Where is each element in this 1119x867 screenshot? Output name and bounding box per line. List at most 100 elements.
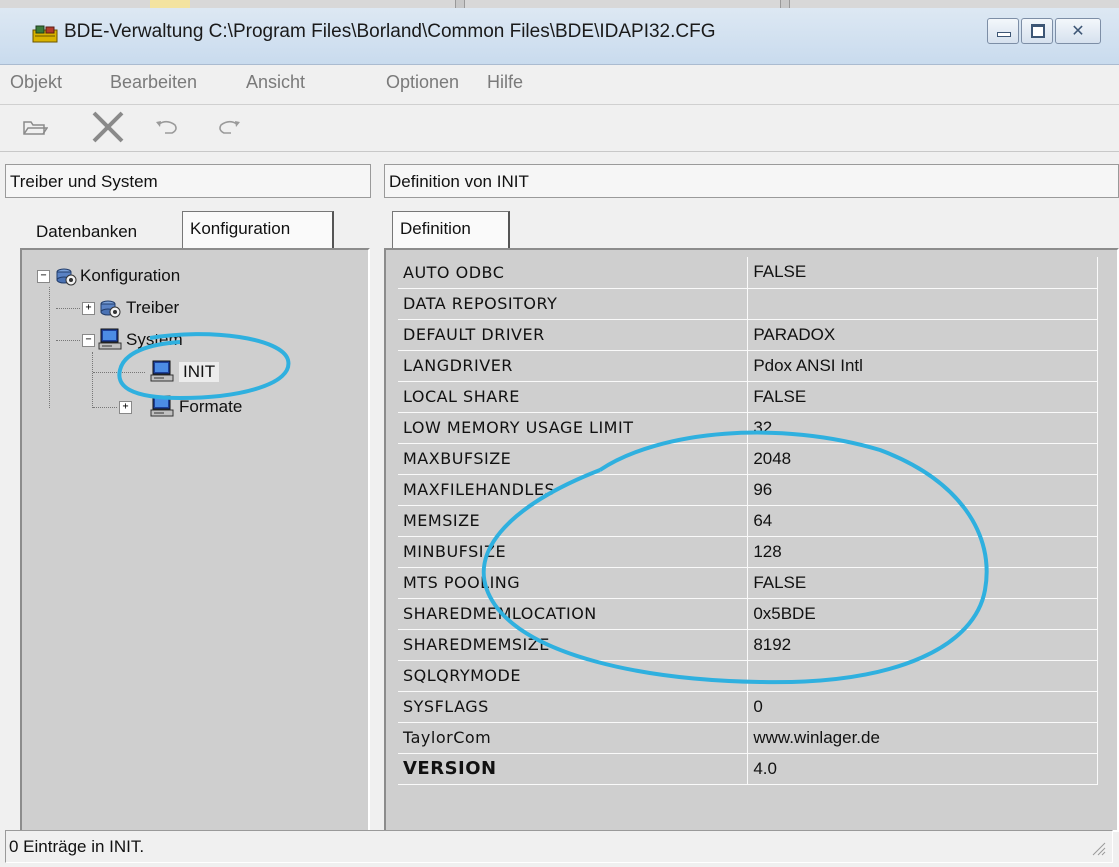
property-value[interactable]: Pdox ANSI Intl <box>747 350 1098 382</box>
property-name: TaylorCom <box>398 722 749 754</box>
desktop-window-edge <box>780 0 790 8</box>
collapse-icon[interactable]: − <box>37 270 50 283</box>
property-value[interactable]: 32 <box>747 412 1098 444</box>
property-value[interactable] <box>747 288 1098 320</box>
tab-datenbanken[interactable]: Datenbanken <box>32 214 172 248</box>
grid-row[interactable]: TaylorCom www.winlager.de <box>398 722 1098 754</box>
tree-line <box>56 308 80 309</box>
property-value[interactable]: FALSE <box>747 257 1098 289</box>
grid-row[interactable]: DATA REPOSITORY <box>398 288 1098 320</box>
property-name: MAXFILEHANDLES <box>398 474 749 506</box>
property-name: SHAREDMEMSIZE <box>398 629 749 661</box>
property-value[interactable]: 96 <box>747 474 1098 506</box>
property-value[interactable]: 0 <box>747 691 1098 723</box>
property-name: SQLQRYMODE <box>398 660 749 692</box>
property-value[interactable]: 8192 <box>747 629 1098 661</box>
grid-row[interactable]: SQLQRYMODE <box>398 660 1098 692</box>
definition-table: AUTO ODBC FALSE DATA REPOSITORY DEFAULT DRI… <box>398 257 1098 785</box>
tab-definition[interactable]: Definition <box>392 211 510 248</box>
grid-row[interactable]: MINBUFSIZE 128 <box>398 536 1098 568</box>
property-name: VERSION <box>398 753 749 785</box>
property-name: MTS POOLING <box>398 567 749 599</box>
computer-icon <box>98 328 122 350</box>
menu-ansicht[interactable]: Ansicht <box>246 72 305 93</box>
tree-item-label: System <box>126 330 183 349</box>
property-value[interactable]: www.winlager.de <box>747 722 1098 754</box>
tree-line <box>56 340 80 341</box>
property-name: MINBUFSIZE <box>398 536 749 568</box>
close-button[interactable]: ✕ <box>1055 18 1101 44</box>
property-value[interactable]: 64 <box>747 505 1098 537</box>
maximize-button[interactable] <box>1021 18 1053 44</box>
property-name: SYSFLAGS <box>398 691 749 723</box>
grid-row[interactable]: LANGDRIVER Pdox ANSI Intl <box>398 350 1098 382</box>
menu-objekt[interactable]: Objekt <box>10 72 62 93</box>
property-value[interactable]: 0x5BDE <box>747 598 1098 630</box>
grid-row[interactable]: SHAREDMEMSIZE 8192 <box>398 629 1098 661</box>
desktop-window-edge <box>455 0 465 8</box>
grid-row[interactable]: AUTO ODBC FALSE <box>398 257 1098 289</box>
expand-icon[interactable]: + <box>119 401 132 414</box>
minimize-button[interactable] <box>987 18 1019 44</box>
open-icon <box>23 121 48 135</box>
property-value[interactable]: 128 <box>747 536 1098 568</box>
property-name: LANGDRIVER <box>398 350 749 382</box>
menu-hilfe[interactable]: Hilfe <box>487 72 523 93</box>
computer-icon <box>150 360 174 382</box>
grid-row[interactable]: MAXFILEHANDLES 96 <box>398 474 1098 506</box>
right-panel-header: Definition von INIT <box>384 164 1119 198</box>
driver-icon <box>100 300 121 318</box>
undo-icon <box>156 120 177 134</box>
close-icon: ✕ <box>1071 21 1085 40</box>
grid-row[interactable]: MEMSIZE 64 <box>398 505 1098 537</box>
grid-row[interactable]: MTS POOLING FALSE <box>398 567 1098 599</box>
property-name: MAXBUFSIZE <box>398 443 749 475</box>
delete-button[interactable] <box>86 109 130 145</box>
property-value[interactable]: PARADOX <box>747 319 1098 351</box>
bde-app-icon <box>32 25 58 43</box>
tree-item-label: Treiber <box>126 298 180 317</box>
property-value[interactable]: 4.0 <box>747 753 1098 785</box>
property-value[interactable]: 2048 <box>747 443 1098 475</box>
menu-bar: Objekt Bearbeiten Ansicht Optionen Hilfe <box>0 68 1119 100</box>
tree-line <box>49 287 50 408</box>
grid-row[interactable]: LOCAL SHARE FALSE <box>398 381 1098 413</box>
collapse-icon[interactable]: − <box>82 334 95 347</box>
property-name: SHAREDMEMLOCATION <box>398 598 749 630</box>
tree-line <box>93 407 117 408</box>
grid-row[interactable]: SHAREDMEMLOCATION 0x5BDE <box>398 598 1098 630</box>
delete-icon <box>92 111 124 143</box>
grid-row[interactable]: MAXBUFSIZE 2048 <box>398 443 1098 475</box>
tree-item-label: Formate <box>179 397 243 416</box>
open-button[interactable] <box>18 109 52 145</box>
desktop-item <box>150 0 190 8</box>
property-value[interactable]: FALSE <box>747 567 1098 599</box>
redo-icon <box>219 120 240 134</box>
undo-button[interactable] <box>150 109 184 145</box>
grid-row[interactable]: SYSFLAGS 0 <box>398 691 1098 723</box>
property-name: DATA REPOSITORY <box>398 288 749 320</box>
tab-konfiguration[interactable]: Konfiguration <box>182 211 334 248</box>
property-name: LOCAL SHARE <box>398 381 749 413</box>
tree-item-label: Konfiguration <box>80 266 181 285</box>
tree-view <box>20 248 370 832</box>
grid-row[interactable]: VERSION 4.0 <box>398 753 1098 785</box>
property-name: MEMSIZE <box>398 505 749 537</box>
resize-grip-icon[interactable] <box>1088 838 1106 856</box>
status-bar: 0 Einträge in INIT. <box>5 830 1113 863</box>
menu-bearbeiten[interactable]: Bearbeiten <box>110 72 197 93</box>
menu-optionen[interactable]: Optionen <box>386 72 459 93</box>
redo-button[interactable] <box>212 109 246 145</box>
expand-icon[interactable]: + <box>82 302 95 315</box>
property-value[interactable] <box>747 660 1098 692</box>
definition-grid: AUTO ODBC FALSE DATA REPOSITORY DEFAULT DRI… <box>398 257 1098 821</box>
tree-line <box>92 352 93 408</box>
grid-row[interactable]: LOW MEMORY USAGE LIMIT 32 <box>398 412 1098 444</box>
left-panel-header: Treiber und System <box>5 164 371 198</box>
grid-row[interactable]: DEFAULT DRIVER PARADOX <box>398 319 1098 351</box>
property-name: DEFAULT DRIVER <box>398 319 749 351</box>
title-bar[interactable]: BDE-Verwaltung C:\Program Files\Borland\… <box>0 8 1119 65</box>
property-value[interactable]: FALSE <box>747 381 1098 413</box>
tree-line <box>93 372 145 373</box>
window-title: BDE-Verwaltung C:\Program Files\Borland\… <box>64 21 716 42</box>
